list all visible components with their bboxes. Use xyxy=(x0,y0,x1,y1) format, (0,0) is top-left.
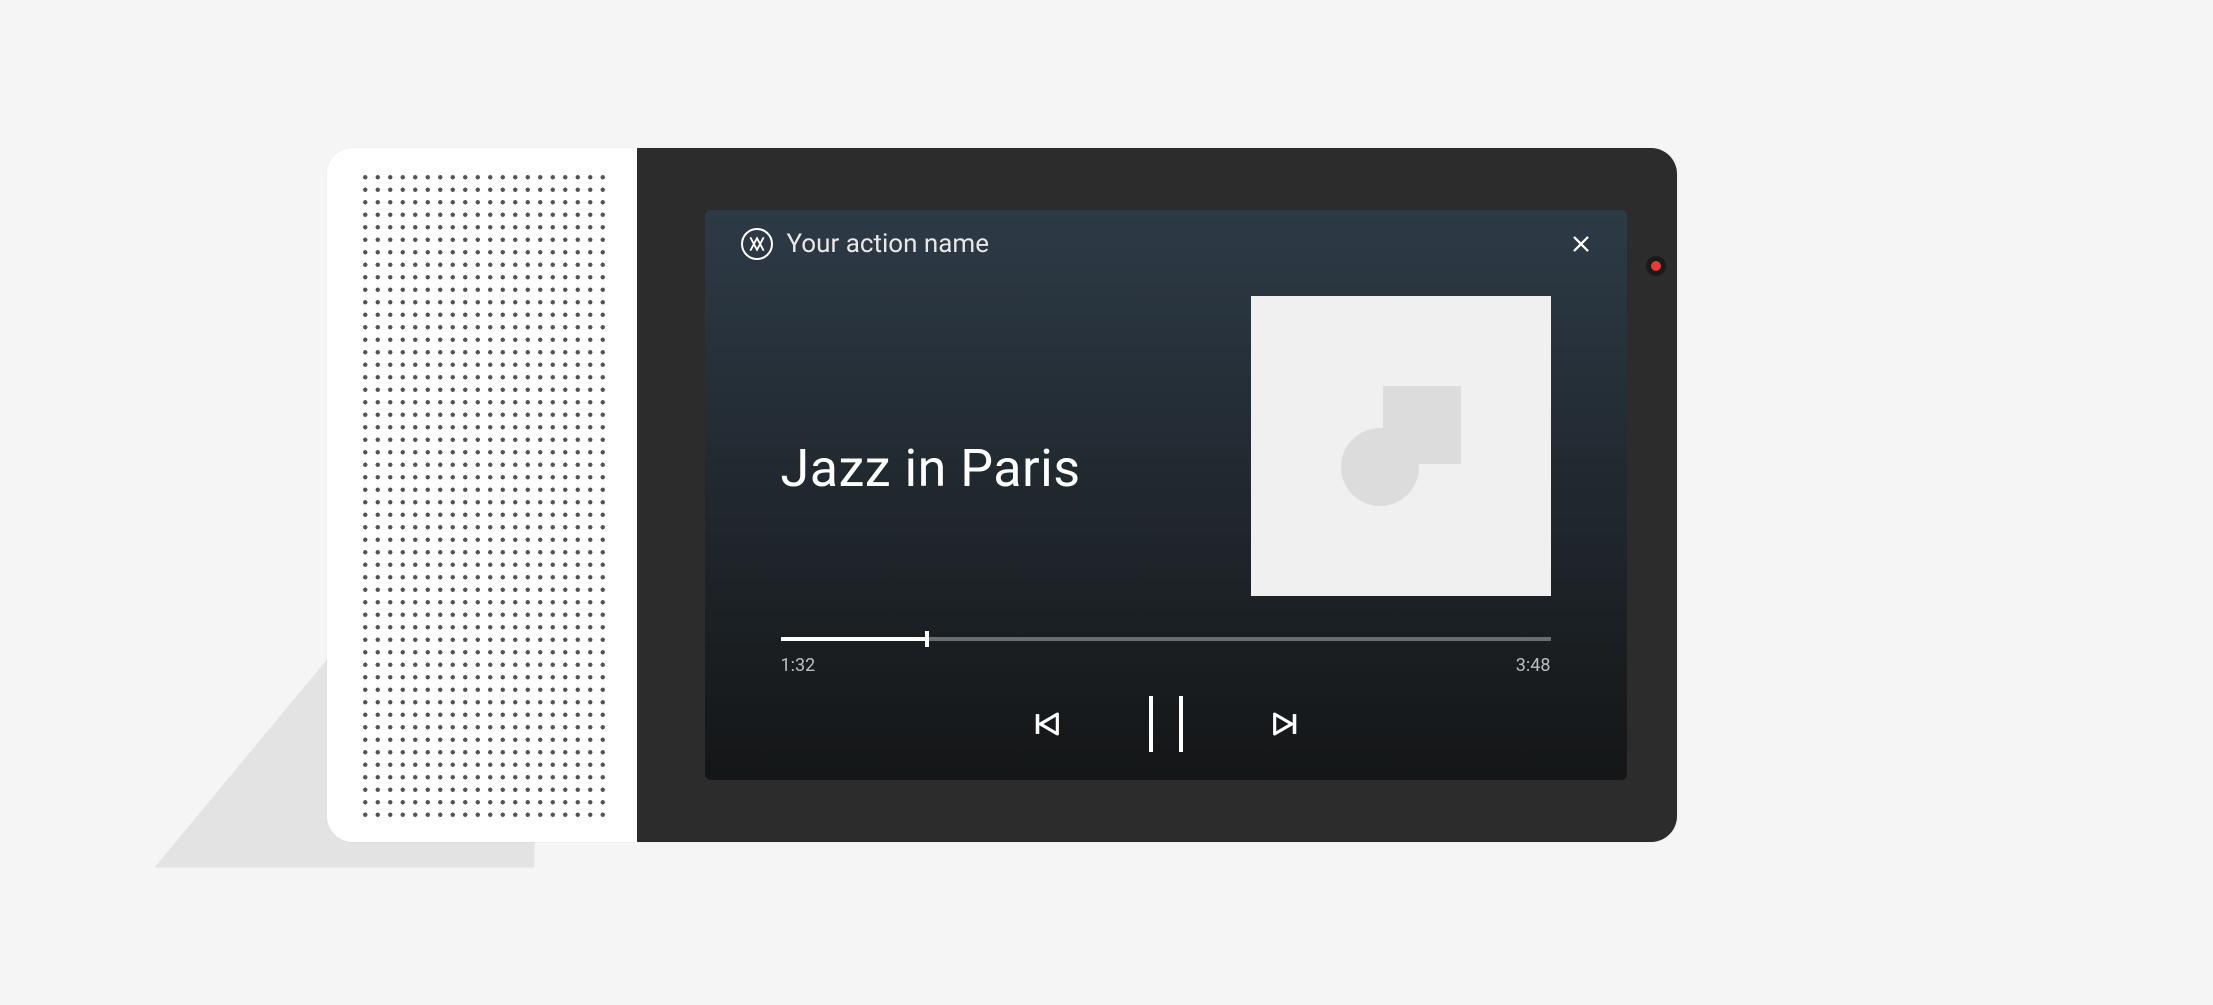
media-player-card: Your action name Jazz in Paris xyxy=(705,210,1627,780)
playback-controls xyxy=(705,696,1627,780)
record-dot-icon xyxy=(1651,261,1661,271)
progress-section: 1:32 3:48 xyxy=(705,631,1627,696)
skip-previous-icon xyxy=(1029,707,1063,741)
card-body: Jazz in Paris xyxy=(705,260,1627,631)
pause-icon xyxy=(1149,696,1153,752)
album-placeholder-icon xyxy=(1341,386,1461,506)
pause-icon xyxy=(1179,696,1183,752)
action-name-label: Your action name xyxy=(787,229,1565,259)
progress-bar[interactable] xyxy=(781,631,1551,647)
device-screen: Your action name Jazz in Paris xyxy=(637,148,1677,842)
previous-button[interactable] xyxy=(1023,701,1069,747)
elapsed-time: 1:32 xyxy=(781,655,816,676)
smart-display-device: Your action name Jazz in Paris xyxy=(327,148,1677,842)
record-indicator xyxy=(1646,256,1666,276)
speaker-panel xyxy=(327,148,637,842)
action-logo-icon xyxy=(741,228,773,260)
progress-knob[interactable] xyxy=(925,631,929,647)
card-header: Your action name xyxy=(705,210,1627,260)
speaker-grille xyxy=(357,169,607,821)
close-button[interactable] xyxy=(1565,228,1597,260)
album-art xyxy=(1251,296,1551,596)
pause-button[interactable] xyxy=(1149,696,1183,752)
track-title: Jazz in Paris xyxy=(781,438,1081,499)
progress-fill xyxy=(781,637,927,641)
total-time: 3:48 xyxy=(1516,655,1551,676)
progress-track xyxy=(781,637,1551,641)
next-button[interactable] xyxy=(1263,701,1309,747)
close-icon xyxy=(1570,233,1592,255)
time-row: 1:32 3:48 xyxy=(781,655,1551,676)
skip-next-icon xyxy=(1269,707,1303,741)
